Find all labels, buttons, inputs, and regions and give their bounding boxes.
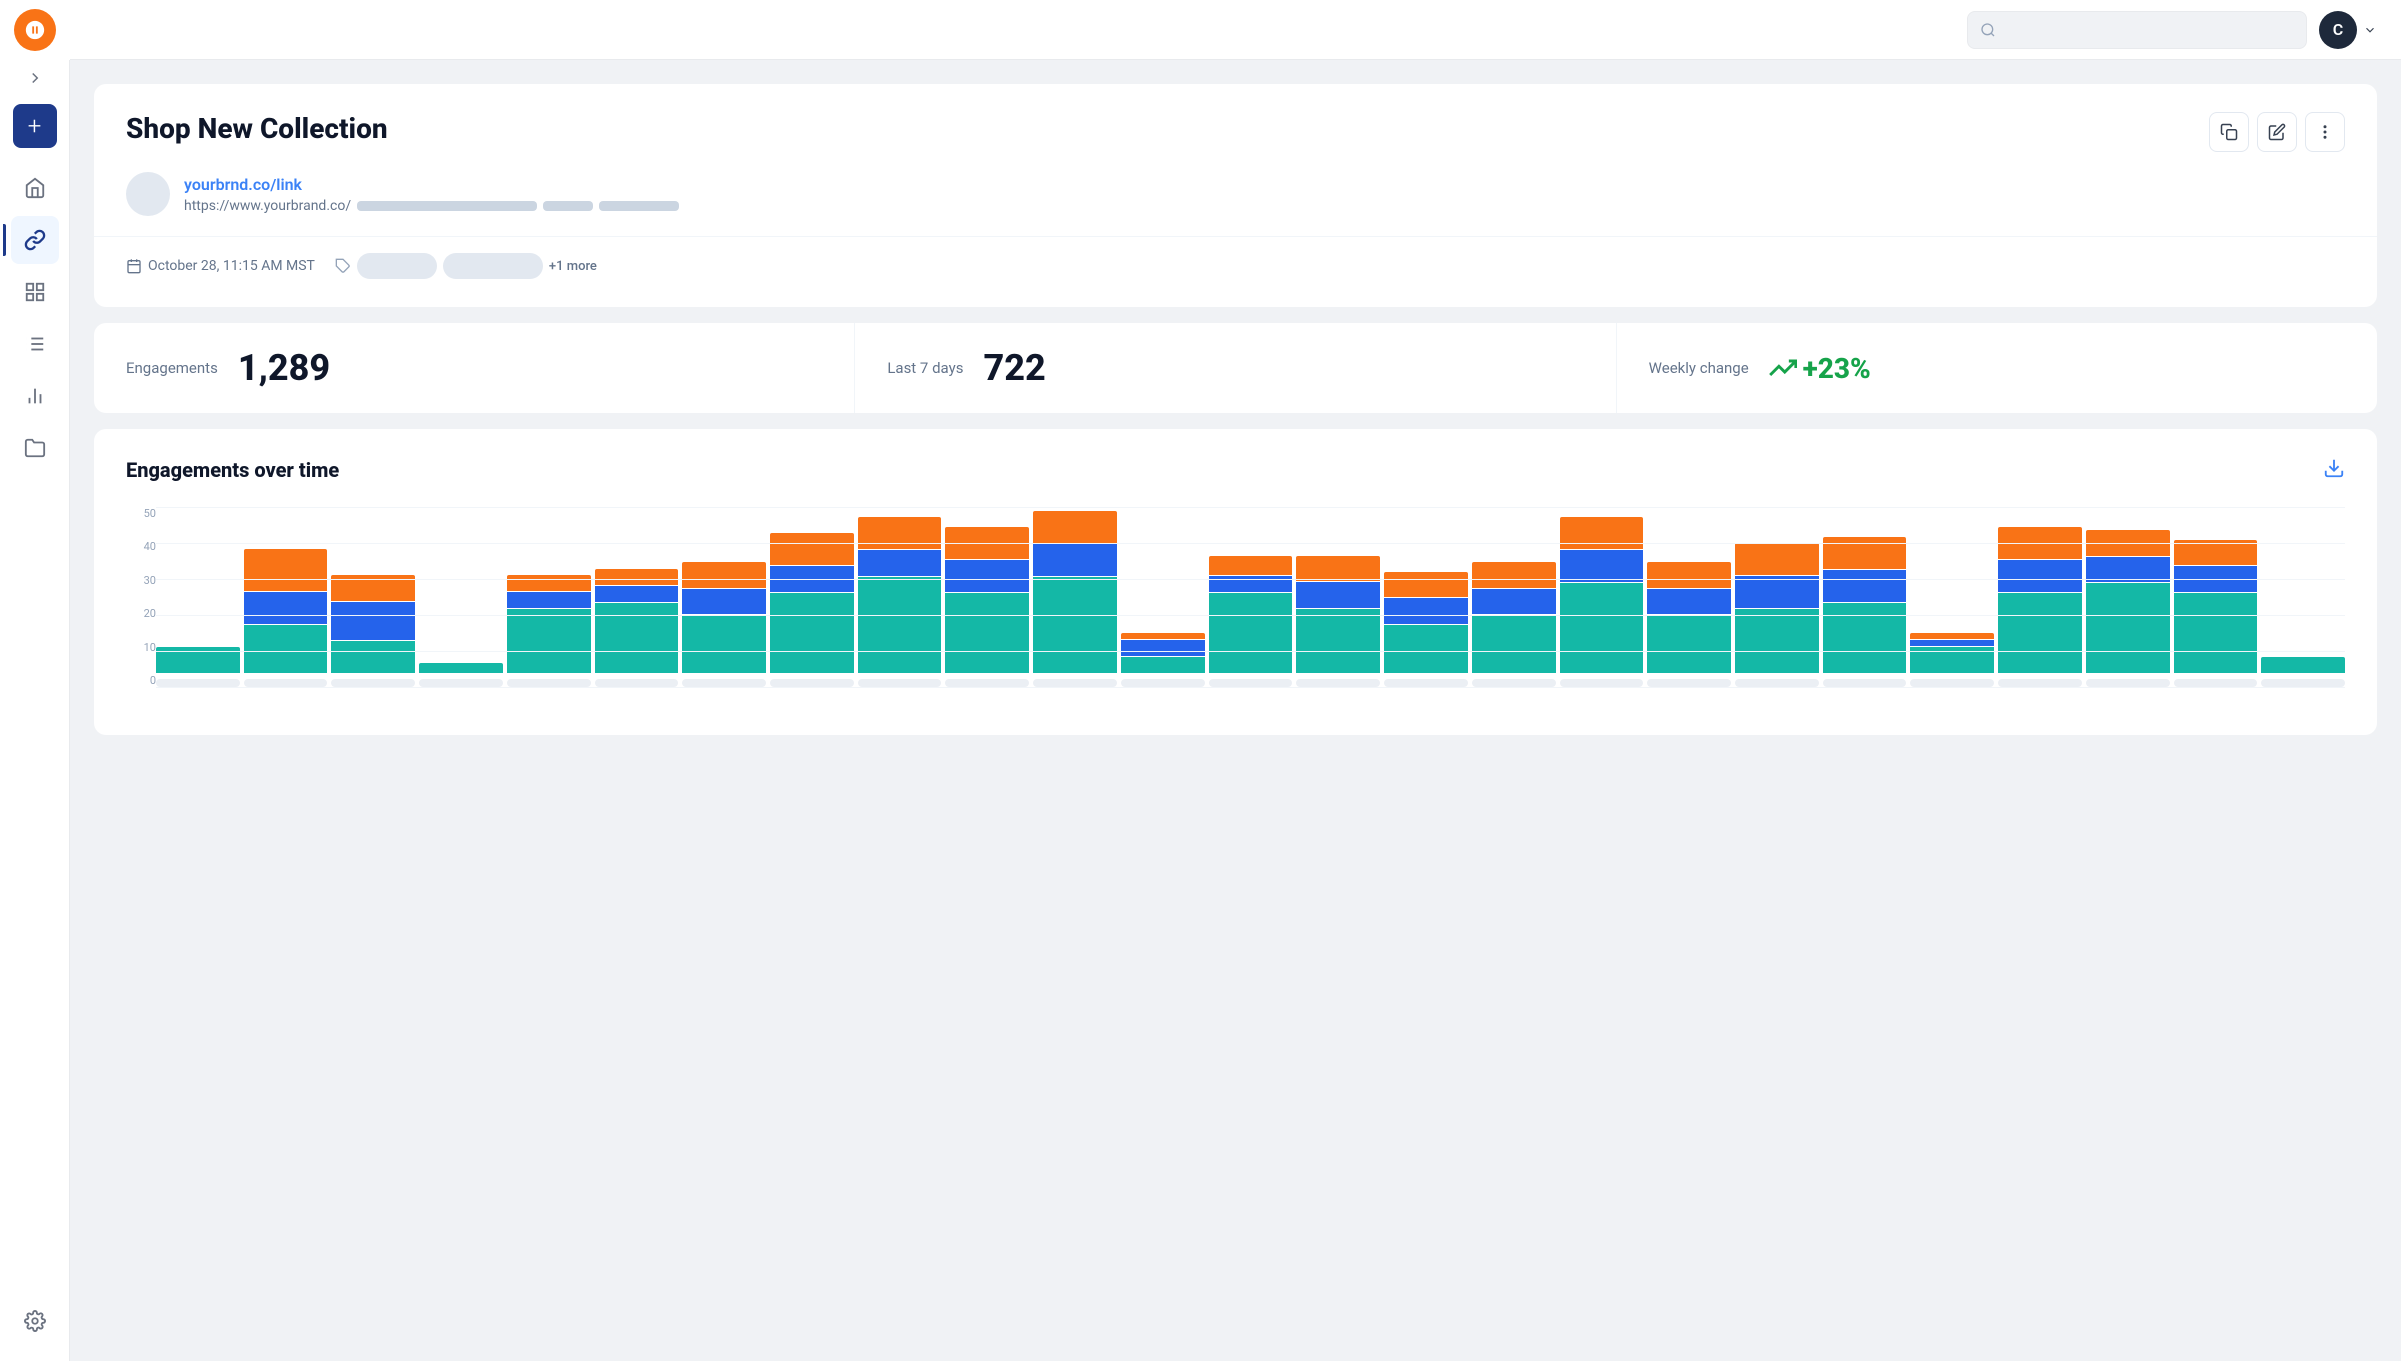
chart-container: 50403020100	[126, 507, 2345, 707]
search-icon	[1980, 22, 1996, 38]
link-details: yourbrnd.co/link https://www.yourbrand.c…	[184, 175, 679, 214]
user-menu[interactable]: C	[2319, 11, 2377, 49]
edit-button[interactable]	[2257, 112, 2297, 152]
search-input[interactable]	[2004, 22, 2294, 38]
sidebar-expand-button[interactable]	[0, 60, 70, 96]
tag-2	[443, 253, 543, 279]
search-bar[interactable]	[1967, 11, 2307, 49]
sidebar-item-chart[interactable]	[11, 372, 59, 420]
link-actions	[2209, 112, 2345, 152]
trend-up-icon	[1769, 354, 1797, 382]
avatar: C	[2319, 11, 2357, 49]
last7-value: 722	[983, 347, 1045, 389]
stat-weekly-change: Weekly change +23%	[1616, 323, 2377, 413]
stats-bar: Engagements 1,289 Last 7 days 722 Weekly…	[94, 323, 2377, 413]
url-blur-1	[357, 201, 537, 211]
sidebar: +	[0, 0, 70, 1361]
chart-header: Engagements over time	[126, 457, 2345, 483]
topbar: C	[70, 0, 2401, 60]
link-card: Shop New Collection	[94, 84, 2377, 307]
short-url[interactable]: yourbrnd.co/link	[184, 175, 679, 194]
link-tags: +1 more	[335, 253, 597, 279]
sidebar-nav	[0, 164, 69, 1297]
sidebar-item-folder[interactable]	[11, 424, 59, 472]
weekly-change-value-group: +23%	[1769, 352, 1871, 385]
sidebar-item-list[interactable]	[11, 320, 59, 368]
link-divider	[94, 236, 2377, 237]
url-blur-3	[599, 201, 679, 211]
chart-title: Engagements over time	[126, 458, 339, 482]
sidebar-item-home[interactable]	[11, 164, 59, 212]
link-info: yourbrnd.co/link https://www.yourbrand.c…	[126, 172, 2345, 216]
more-button[interactable]	[2305, 112, 2345, 152]
chevron-down-icon	[2363, 23, 2377, 37]
stat-engagements: Engagements 1,289	[94, 323, 854, 413]
sidebar-item-grid[interactable]	[11, 268, 59, 316]
download-button[interactable]	[2323, 457, 2345, 483]
logo-icon	[14, 9, 56, 51]
content-area: Shop New Collection	[70, 60, 2401, 1361]
link-meta: October 28, 11:15 AM MST +1 more	[126, 253, 2345, 279]
last7-label: Last 7 days	[887, 359, 963, 377]
link-title: Shop New Collection	[126, 112, 388, 145]
link-card-header: Shop New Collection	[126, 112, 2345, 152]
link-date: October 28, 11:15 AM MST	[126, 258, 315, 274]
link-favicon	[126, 172, 170, 216]
engagements-value: 1,289	[238, 347, 330, 389]
stat-last7: Last 7 days 722	[854, 323, 1615, 413]
tag-1	[357, 253, 437, 279]
add-button[interactable]: +	[13, 104, 57, 148]
more-tags: +1 more	[549, 259, 597, 274]
chart-card: Engagements over time 50403020100	[94, 429, 2377, 735]
main-area: C Shop New Collection	[70, 0, 2401, 1361]
weekly-change-value: +23%	[1803, 352, 1871, 385]
url-blur-2	[543, 201, 593, 211]
engagements-label: Engagements	[126, 359, 218, 377]
sidebar-item-links[interactable]	[11, 216, 59, 264]
date-text: October 28, 11:15 AM MST	[148, 258, 315, 274]
long-url: https://www.yourbrand.co/	[184, 198, 679, 214]
sidebar-logo	[0, 0, 70, 60]
sidebar-item-settings[interactable]	[11, 1297, 59, 1345]
sidebar-bottom	[11, 1297, 59, 1361]
copy-button[interactable]	[2209, 112, 2249, 152]
weekly-change-label: Weekly change	[1649, 359, 1749, 377]
